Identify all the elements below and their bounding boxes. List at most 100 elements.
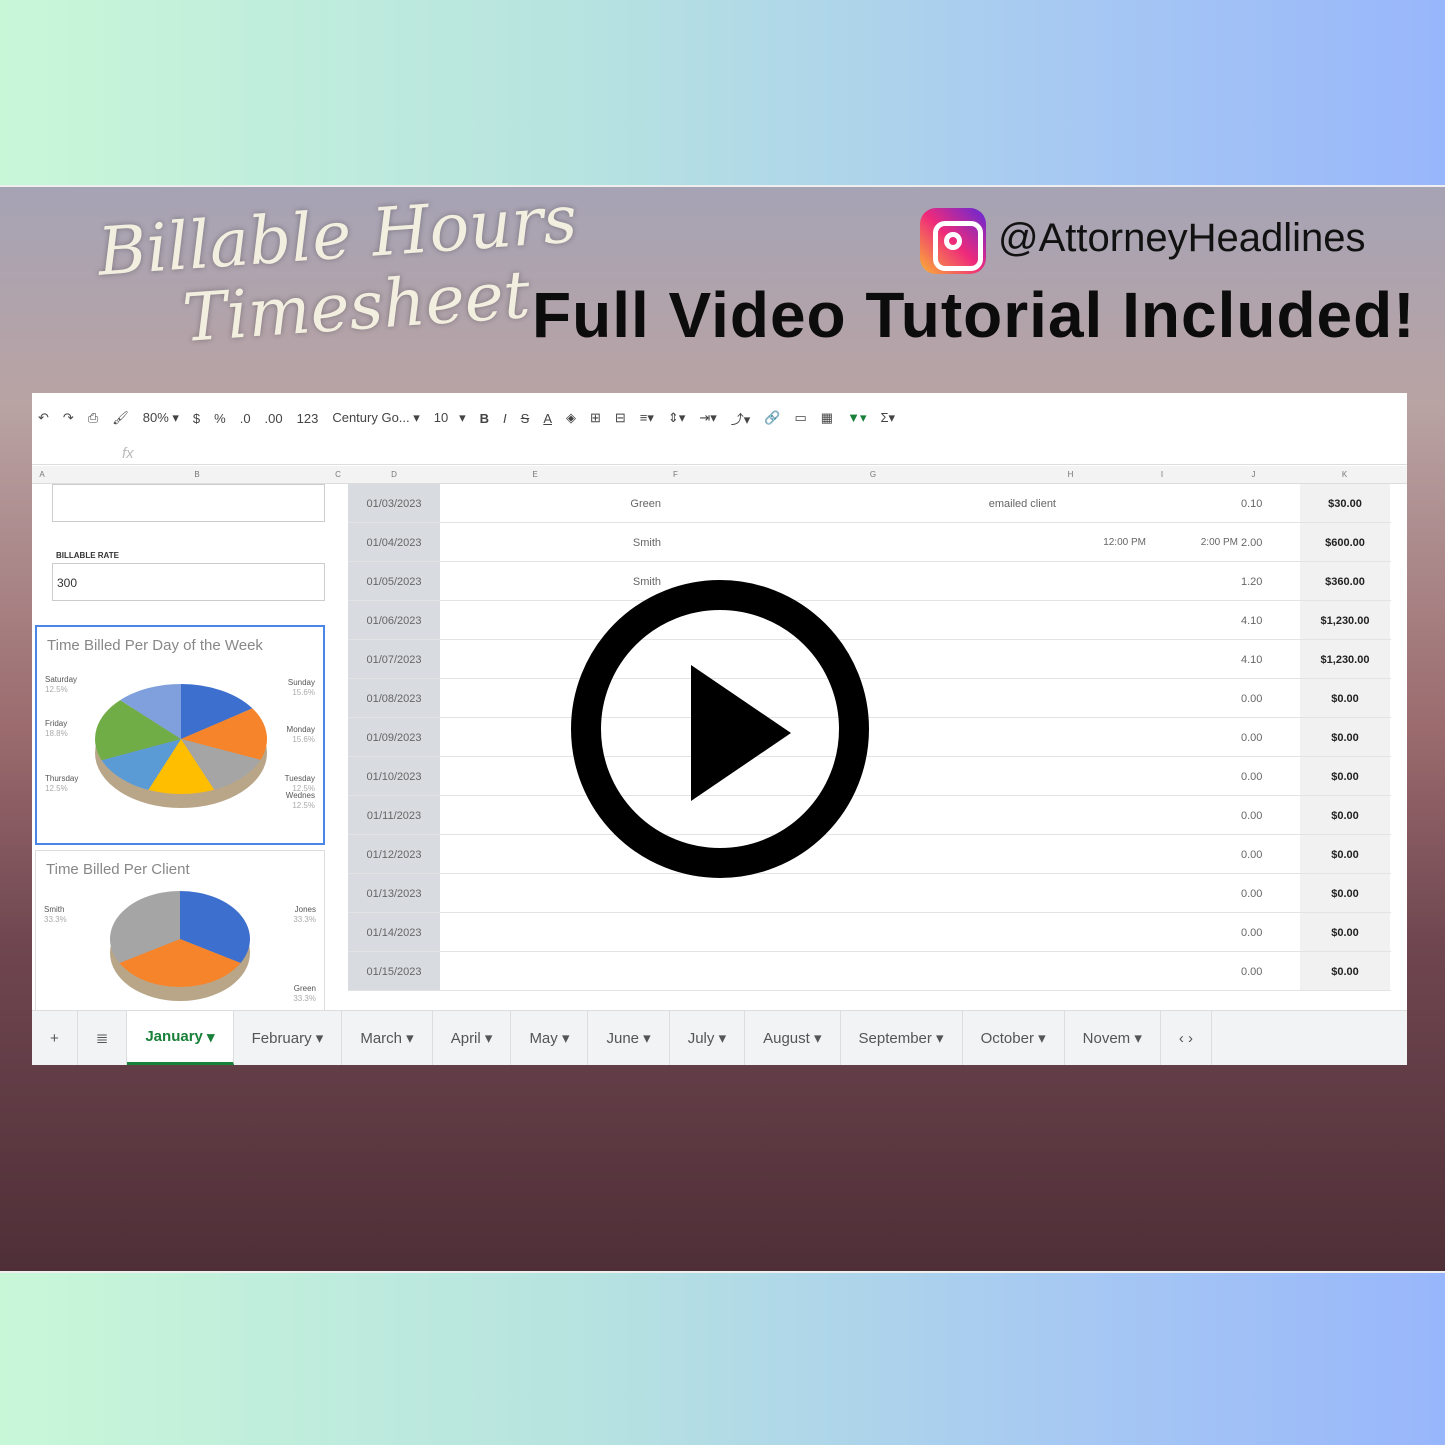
date-cell[interactable]: 01/14/2023	[348, 913, 440, 951]
hours-cell[interactable]: 4.10	[1241, 654, 1262, 666]
borders-icon[interactable]: ⊞	[590, 410, 601, 426]
tab-scroll-arrows[interactable]: ‹ ›	[1161, 1011, 1213, 1065]
sheet-tab[interactable]: May ▾	[511, 1011, 589, 1065]
currency-button[interactable]: $	[193, 411, 200, 426]
amount-cell[interactable]: $0.00	[1300, 796, 1390, 834]
table-row[interactable]: 01/09/2023 0.00 $0.00	[348, 718, 1391, 757]
hours-cell[interactable]: 0.00	[1241, 771, 1262, 783]
rotate-icon[interactable]: ⤴▾	[731, 409, 751, 428]
strikethrough-button[interactable]: S	[521, 411, 530, 426]
date-cell[interactable]: 01/03/2023	[348, 484, 440, 522]
undo-icon[interactable]: ↶	[38, 410, 49, 426]
hours-cell[interactable]: 0.00	[1241, 888, 1262, 900]
date-cell[interactable]: 01/08/2023	[348, 679, 440, 717]
all-sheets-button[interactable]: ≣	[78, 1011, 128, 1065]
date-cell[interactable]: 01/04/2023	[348, 523, 440, 561]
date-cell[interactable]: 01/05/2023	[348, 562, 440, 600]
text-color-button[interactable]: A	[543, 411, 552, 426]
hours-cell[interactable]: 0.00	[1241, 732, 1262, 744]
column-header[interactable]: H	[1025, 470, 1116, 479]
comment-icon[interactable]: ▭	[794, 410, 806, 426]
merge-icon[interactable]: ⊟	[615, 410, 626, 426]
sheet-tab[interactable]: Novem ▾	[1065, 1011, 1161, 1065]
percent-button[interactable]: %	[214, 411, 226, 426]
hours-cell[interactable]: 0.10	[1241, 498, 1262, 510]
client-cell[interactable]: Smith	[633, 537, 661, 549]
table-row[interactable]: 01/04/2023 Smith 12:00 PM 2:00 PM 2.00 $…	[348, 523, 1391, 562]
table-row[interactable]: 01/05/2023 Smith 1.20 $360.00	[348, 562, 1391, 601]
decrease-decimal-button[interactable]: .0	[240, 411, 251, 426]
table-row[interactable]: 01/07/2023 4.10 $1,230.00	[348, 640, 1391, 679]
date-cell[interactable]: 01/13/2023	[348, 874, 440, 912]
sheet-tab[interactable]: January ▾	[127, 1011, 234, 1065]
play-button[interactable]	[571, 580, 869, 878]
column-header[interactable]: A	[32, 470, 52, 479]
increase-decimal-button[interactable]: .00	[265, 411, 283, 426]
valign-icon[interactable]: ⇕▾	[668, 410, 685, 426]
column-header[interactable]: K	[1299, 470, 1390, 479]
chart-icon[interactable]: ▦	[821, 410, 833, 426]
align-icon[interactable]: ≡▾	[640, 410, 654, 426]
amount-cell[interactable]: $0.00	[1300, 757, 1390, 795]
amount-cell[interactable]: $1,230.00	[1300, 640, 1390, 678]
date-cell[interactable]: 01/10/2023	[348, 757, 440, 795]
column-header[interactable]: C	[328, 470, 348, 479]
end-cell[interactable]: 2:00 PM	[1201, 537, 1238, 548]
date-cell[interactable]: 01/06/2023	[348, 601, 440, 639]
bold-button[interactable]: B	[480, 411, 489, 426]
column-header[interactable]: E	[440, 470, 630, 479]
amount-cell[interactable]: $0.00	[1300, 874, 1390, 912]
amount-cell[interactable]: $600.00	[1300, 523, 1390, 561]
amount-cell[interactable]: $1,230.00	[1300, 601, 1390, 639]
hours-cell[interactable]: 0.00	[1241, 849, 1262, 861]
zoom-select[interactable]: 80% ▾	[143, 410, 179, 426]
table-row[interactable]: 01/03/2023 Green emailed client 0.10 $30…	[348, 484, 1391, 523]
column-header[interactable]: J	[1208, 470, 1299, 479]
functions-icon[interactable]: Σ▾	[880, 410, 895, 426]
sheet-tab[interactable]: September ▾	[841, 1011, 963, 1065]
hours-cell[interactable]: 0.00	[1241, 693, 1262, 705]
amount-cell[interactable]: $30.00	[1300, 484, 1390, 522]
start-cell[interactable]: 12:00 PM	[1103, 537, 1146, 548]
date-cell[interactable]: 01/15/2023	[348, 952, 440, 990]
wrap-icon[interactable]: ⇥▾	[699, 410, 716, 426]
amount-cell[interactable]: $0.00	[1300, 952, 1390, 990]
column-header[interactable]: D	[348, 470, 440, 479]
paint-format-icon[interactable]: 🖌	[112, 410, 129, 426]
table-row[interactable]: 01/13/2023 0.00 $0.00	[348, 874, 1391, 913]
sheet-tab[interactable]: March ▾	[342, 1011, 433, 1065]
pie-chart-day-of-week[interactable]: Sunday 15.6% Monday 15.6% Tuesday 12.5% Wednes…	[35, 625, 325, 845]
column-header[interactable]: F	[630, 470, 721, 479]
column-header[interactable]: B	[52, 470, 342, 479]
font-size-select[interactable]: 10 ▾	[434, 410, 466, 426]
table-row[interactable]: 01/15/2023 0.00 $0.00	[348, 952, 1391, 991]
hours-cell[interactable]: 1.20	[1241, 576, 1262, 588]
rate-input[interactable]: 300	[52, 563, 325, 601]
italic-button[interactable]: I	[503, 411, 507, 426]
date-cell[interactable]: 01/11/2023	[348, 796, 440, 834]
hours-cell[interactable]: 2.00	[1241, 537, 1262, 549]
sheet-tab[interactable]: August ▾	[745, 1011, 841, 1065]
redo-icon[interactable]: ↷	[63, 410, 74, 426]
filter-icon[interactable]: ▼▾	[847, 410, 866, 426]
format-button[interactable]: 123	[297, 411, 319, 426]
pie-chart-client[interactable]: Jones 33.3% Green 33.3% Smith 33.3% Time Bille…	[35, 850, 325, 1020]
add-sheet-button[interactable]: +	[32, 1011, 78, 1065]
table-row[interactable]: 01/12/2023 0.00 $0.00	[348, 835, 1391, 874]
sheet-tab[interactable]: February ▾	[234, 1011, 343, 1065]
fill-color-icon[interactable]: ◈	[566, 410, 576, 426]
link-icon[interactable]: 🔗	[764, 410, 780, 426]
client-cell[interactable]: Smith	[633, 576, 661, 588]
column-header[interactable]: I	[1116, 470, 1208, 479]
table-row[interactable]: 01/11/2023 0.00 $0.00	[348, 796, 1391, 835]
font-select[interactable]: Century Go... ▾	[332, 410, 419, 426]
table-row[interactable]: 01/08/2023 0.00 $0.00	[348, 679, 1391, 718]
formula-bar[interactable]: fx	[32, 443, 1407, 465]
sheet-tab[interactable]: April ▾	[433, 1011, 512, 1065]
input-box[interactable]	[52, 484, 325, 522]
sheet-tab[interactable]: July ▾	[670, 1011, 746, 1065]
column-header[interactable]: G	[721, 470, 1025, 479]
date-cell[interactable]: 01/07/2023	[348, 640, 440, 678]
client-cell[interactable]: Green	[630, 498, 661, 510]
table-row[interactable]: 01/14/2023 0.00 $0.00	[348, 913, 1391, 952]
